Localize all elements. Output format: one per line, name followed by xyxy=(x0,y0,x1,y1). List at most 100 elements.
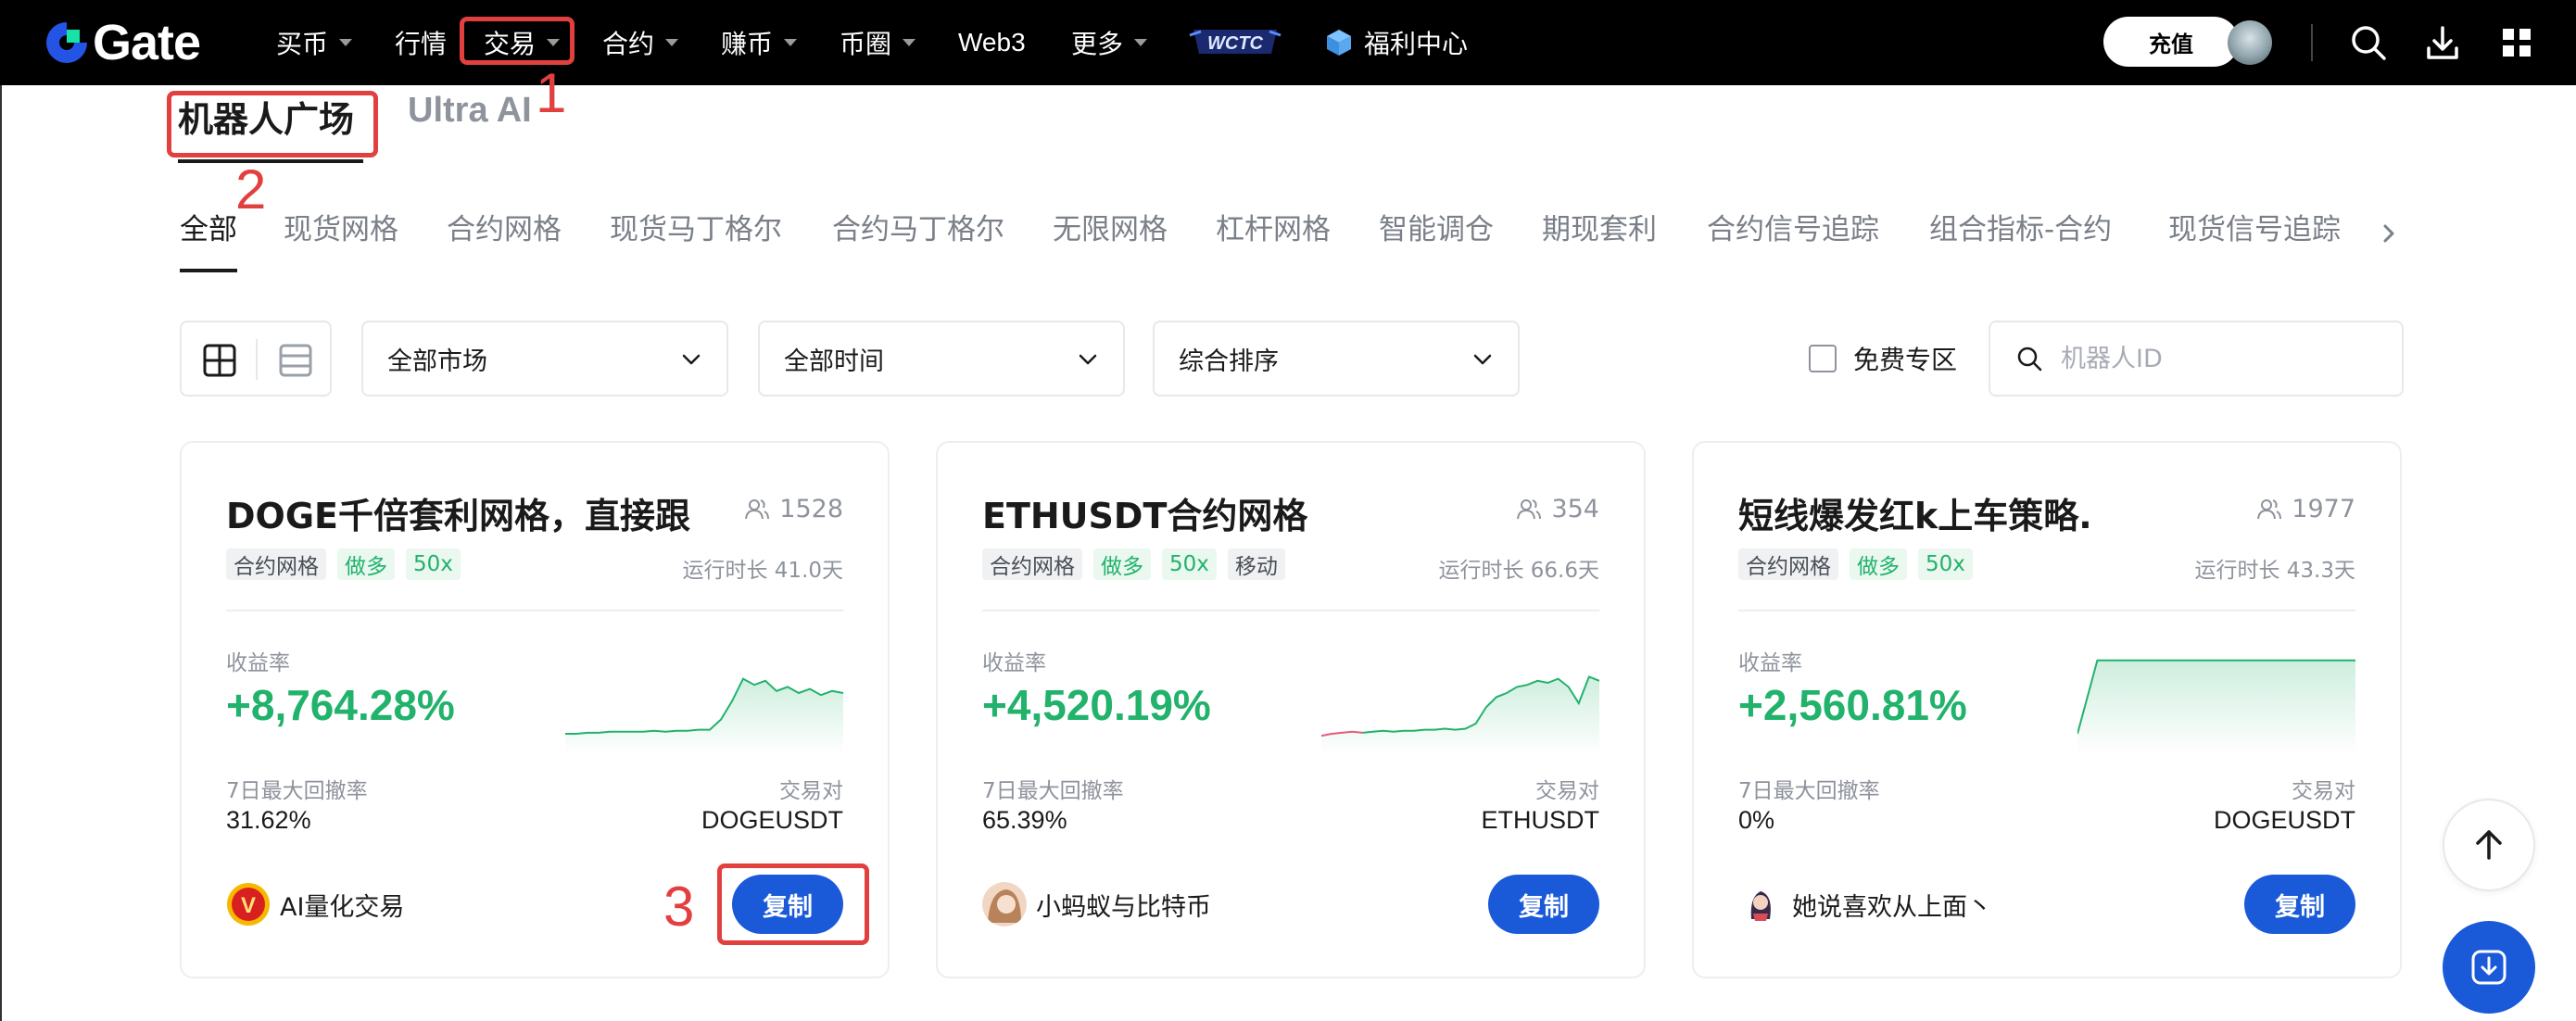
creator[interactable]: 她说喜欢从上面丶 xyxy=(1738,882,1992,926)
robot-id-search xyxy=(1989,321,2404,397)
strategy-tag: 合约网格 xyxy=(982,548,1082,580)
grid-view-icon[interactable] xyxy=(202,343,237,378)
nav-item-futures[interactable]: 合约 xyxy=(602,20,679,65)
strategy-tag: 合约网格 xyxy=(1738,548,1838,580)
caret-down-icon xyxy=(1134,39,1148,46)
nav-item-label: 币圈 xyxy=(840,29,892,59)
category-smart-rebalance[interactable]: 智能调仓 xyxy=(1379,206,1494,247)
nav-item-earn[interactable]: 赚币 xyxy=(721,20,798,65)
category-all[interactable]: 全部 xyxy=(180,206,237,247)
page-left-edge xyxy=(0,85,2,1021)
category-margin-grid[interactable]: 杠杆网格 xyxy=(1216,206,1331,247)
creator[interactable]: V AI量化交易 xyxy=(226,882,404,926)
copy-button[interactable]: 复制 xyxy=(1488,875,1599,934)
user-avatar[interactable] xyxy=(2228,20,2272,65)
market-select-value: 全部市场 xyxy=(387,347,487,376)
follower-count: 354 xyxy=(1516,495,1599,523)
tag-list: 合约网格 做多 50x xyxy=(1738,548,1973,580)
creator-avatar[interactable] xyxy=(982,882,1027,926)
creator[interactable]: 小蚂蚁与比特币 xyxy=(982,882,1211,926)
wctc-logo-icon[interactable]: WCTC xyxy=(1188,22,1282,61)
free-zone-label: 免费专区 xyxy=(1853,345,1958,375)
creator-avatar[interactable] xyxy=(1738,882,1783,926)
tab-ultra-ai[interactable]: Ultra AI xyxy=(408,91,532,131)
creator-avatar[interactable]: V xyxy=(226,882,271,926)
tag-list: 合约网格 做多 50x 移动 xyxy=(982,548,1285,580)
robot-card[interactable]: 短线爆发红k上车策略. 1977 合约网格 做多 50x 运行时长 43.3天 收益… xyxy=(1692,441,2402,978)
follower-count: 1528 xyxy=(744,495,843,523)
runtime: 运行时长 43.3天 xyxy=(2194,559,2355,583)
search-icon xyxy=(2017,347,2042,372)
nav-item-label: 更多 xyxy=(1071,29,1124,59)
gate-logo[interactable]: Gate xyxy=(43,13,201,72)
deposit-button[interactable]: 充值 xyxy=(2103,17,2239,67)
follower-count-value: 1977 xyxy=(2292,495,2355,523)
chevron-down-icon xyxy=(1473,354,1492,365)
category-spot-futures-arbitrage[interactable]: 期现套利 xyxy=(1542,206,1657,247)
category-futures-signal[interactable]: 合约信号追踪 xyxy=(1707,206,1879,247)
nav-item-community[interactable]: 币圈 xyxy=(840,20,916,65)
robot-title[interactable]: ETHUSDT合约网格 xyxy=(982,487,1307,538)
follower-count: 1977 xyxy=(2256,495,2355,523)
category-spot-martingale[interactable]: 现货马丁格尔 xyxy=(610,206,782,247)
category-futures-grid[interactable]: 合约网格 xyxy=(447,206,562,247)
robot-card[interactable]: ETHUSDT合约网格 354 合约网格 做多 50x 移动 运行时长 66.6天 收… xyxy=(936,441,1646,978)
welfare-center-link[interactable]: 福利中心 xyxy=(1323,20,1468,65)
time-select-value: 全部时间 xyxy=(784,347,884,376)
caret-down-icon xyxy=(784,39,798,46)
category-combo-indicator[interactable]: 组合指标-合约 xyxy=(1929,206,2112,247)
users-icon xyxy=(2257,498,2282,519)
category-active-underline xyxy=(180,269,237,272)
search-input[interactable] xyxy=(2061,344,2376,373)
nav-item-buy-crypto[interactable]: 买币 xyxy=(276,20,353,65)
free-zone-filter[interactable]: 免费专区 xyxy=(1809,339,1957,378)
nav-item-web3[interactable]: Web3 xyxy=(958,20,1026,65)
pair-label: 交易对 xyxy=(1535,779,1599,803)
search-icon[interactable] xyxy=(2346,20,2391,65)
apps-grid-icon[interactable] xyxy=(2494,20,2539,65)
back-to-top-button[interactable] xyxy=(2443,799,2535,891)
pnl-sparkline xyxy=(2077,659,2355,754)
yield-value: +2,560.81% xyxy=(1738,681,1967,729)
active-tab-underline xyxy=(178,159,363,163)
annotation-number-2: 2 xyxy=(235,158,267,221)
nav-divider xyxy=(2311,24,2313,61)
pair-label: 交易对 xyxy=(779,779,843,803)
arrow-up-icon xyxy=(2476,830,2502,860)
nav-item-more[interactable]: 更多 xyxy=(1071,20,1148,65)
strategy-tag: 50x xyxy=(406,548,461,580)
pair-value: ETHUSDT xyxy=(1481,806,1600,834)
robot-title[interactable]: DOGE千倍套利网格，直接跟 xyxy=(226,487,690,538)
sparkline-area xyxy=(1321,676,1599,754)
category-spot-grid[interactable]: 现货网格 xyxy=(284,206,398,247)
nav-item-markets[interactable]: 行情 xyxy=(395,20,447,65)
pair-label: 交易对 xyxy=(2292,779,2355,803)
annotation-box-trade xyxy=(460,17,575,65)
market-select[interactable]: 全部市场 xyxy=(361,321,728,397)
copy-button[interactable]: 复制 xyxy=(2244,875,2355,934)
sort-select[interactable]: 综合排序 xyxy=(1153,321,1520,397)
creator-name: AI量化交易 xyxy=(280,892,405,922)
free-zone-checkbox[interactable] xyxy=(1809,345,1837,372)
chevron-right-icon[interactable] xyxy=(2378,215,2400,252)
card-divider xyxy=(226,610,843,611)
nav-item-label: 行情 xyxy=(395,29,448,59)
list-view-icon[interactable] xyxy=(278,343,313,378)
creator-name: 小蚂蚁与比特币 xyxy=(1036,892,1211,922)
category-spot-signal[interactable]: 现货信号追踪 xyxy=(2168,206,2341,247)
yield-label: 收益率 xyxy=(1738,651,1802,675)
nav-item-label: Web3 xyxy=(958,28,1026,57)
category-infinite-grid[interactable]: 无限网格 xyxy=(1053,206,1168,247)
brand-name: Gate xyxy=(93,15,201,70)
download-app-button[interactable] xyxy=(2443,921,2535,1014)
time-select[interactable]: 全部时间 xyxy=(758,321,1125,397)
category-futures-martingale[interactable]: 合约马丁格尔 xyxy=(832,206,1004,247)
download-icon[interactable] xyxy=(2420,20,2465,65)
robot-title[interactable]: 短线爆发红k上车策略. xyxy=(1738,487,2092,538)
strategy-tag: 50x xyxy=(1162,548,1217,580)
strategy-tag: 做多 xyxy=(1093,548,1151,580)
nav-item-label: 买币 xyxy=(276,29,329,59)
creator-name: 她说喜欢从上面丶 xyxy=(1792,892,1992,922)
follower-count-value: 1528 xyxy=(779,495,843,523)
pair-value: DOGEUSDT xyxy=(701,806,843,834)
